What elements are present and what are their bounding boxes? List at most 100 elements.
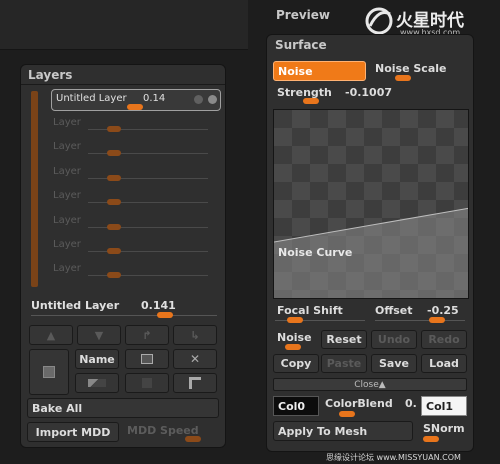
layer-strength-slider[interactable]: Untitled Layer 0.141 (29, 297, 219, 319)
offset-label: Offset (375, 304, 413, 317)
offset-value: -0.25 (427, 304, 459, 317)
active-layer-row[interactable]: Untitled Layer 0.14 (51, 89, 221, 111)
col0-swatch[interactable]: Col0 (273, 396, 319, 416)
surface-panel: Surface Noise Noise Scale Strength -0.10… (266, 34, 474, 452)
mdd-speed-slider[interactable]: MDD Speed (125, 422, 219, 442)
duplicate-layer-button[interactable] (125, 349, 169, 369)
import-mdd-button[interactable]: Import MDD (27, 422, 119, 442)
top-strip (0, 0, 248, 50)
layer-label: Layer (53, 117, 81, 128)
noise-curve-label: Noise Curve (278, 246, 353, 259)
layer-visibility-icon[interactable] (194, 95, 203, 104)
delete-layer-button[interactable]: ✕ (173, 349, 217, 369)
noise-curve-graph (274, 207, 468, 298)
noise-button[interactable]: Noise (273, 61, 366, 81)
col1-label: Col1 (426, 400, 454, 413)
snorm-knob (423, 436, 439, 442)
watermark-bottom: 思缘设计论坛 www.MISSYUAN.COM (326, 453, 461, 462)
delete-icon: ✕ (189, 352, 201, 366)
layer-label: Layer (53, 190, 81, 201)
move-right-down-button[interactable]: ↳ (173, 325, 217, 345)
layer-label: Layer (53, 166, 81, 177)
layer-label: Layer (53, 239, 81, 250)
layer-row[interactable]: Layer (53, 166, 208, 181)
bake-all-button[interactable]: Bake All (27, 398, 219, 418)
layer-label: Layer (53, 215, 81, 226)
move-right-up-button[interactable]: ↱ (125, 325, 169, 345)
col0-label: Col0 (278, 400, 306, 413)
preview-title: Preview (276, 8, 331, 22)
noise-scale-knob (395, 75, 411, 81)
layer-slider-label: Untitled Layer (31, 299, 120, 312)
col1-swatch[interactable]: Col1 (421, 396, 467, 416)
layers-scrollbar[interactable] (31, 91, 38, 287)
snorm-toggle[interactable]: SNorm (419, 421, 469, 443)
reset-button[interactable]: Reset (321, 330, 367, 349)
arrow-up-icon: ▲ (46, 328, 56, 342)
noise-curve-editor[interactable]: Noise Curve (273, 109, 469, 299)
redo-button[interactable]: Redo (421, 330, 467, 349)
noise-scale-slider[interactable]: Noise Scale (373, 61, 469, 83)
color-blend-slider[interactable]: ColorBlend 0. (325, 396, 419, 418)
apply-to-mesh-button[interactable]: Apply To Mesh (273, 421, 413, 441)
split-layer-button[interactable] (125, 373, 169, 393)
layer-record-icon[interactable] (208, 95, 217, 104)
layer-row[interactable]: Layer (53, 141, 208, 156)
layer-row[interactable]: Layer (53, 239, 208, 254)
strength-value: -0.1007 (345, 86, 393, 99)
load-button[interactable]: Load (421, 354, 467, 373)
flatten-icon (189, 377, 201, 389)
offset-knob (429, 317, 445, 323)
arrow-turn-down-icon: ↳ (190, 328, 200, 342)
paste-button[interactable]: Paste (321, 354, 367, 373)
surface-title: Surface (275, 38, 327, 52)
close-label: Close (354, 379, 379, 390)
move-up-button[interactable]: ▲ (29, 325, 73, 345)
new-layer-button[interactable] (29, 349, 69, 395)
move-down-button[interactable]: ▼ (77, 325, 121, 345)
layer-row[interactable]: Layer (53, 190, 208, 205)
active-layer-slider-knob[interactable] (127, 104, 143, 110)
offset-slider[interactable]: Offset -0.25 (375, 303, 471, 325)
layer-slider-knob (157, 312, 173, 318)
new-layer-icon (43, 366, 55, 378)
color-blend-knob (339, 411, 355, 417)
rename-layer-button[interactable]: Name (75, 349, 119, 369)
noise-scale-label: Noise Scale (375, 62, 447, 75)
focal-shift-label: Focal Shift (277, 304, 343, 317)
noise-toggle-label: Noise (277, 331, 312, 344)
split-icon (142, 378, 152, 388)
strength-knob (303, 98, 319, 104)
mdd-speed-knob (185, 436, 201, 442)
noise-toggle-knob (285, 344, 301, 350)
layer-row[interactable]: Layer (53, 263, 208, 278)
snorm-label: SNorm (423, 422, 465, 435)
flatten-layer-button[interactable] (173, 373, 217, 393)
strength-slider[interactable]: Strength -0.1007 (275, 85, 469, 105)
active-layer-name: Untitled Layer (56, 93, 127, 104)
layer-label: Layer (53, 263, 81, 274)
arrow-down-icon: ▼ (94, 328, 104, 342)
copy-button[interactable]: Copy (273, 354, 319, 373)
active-layer-value: 0.14 (143, 93, 166, 104)
layers-title: Layers (28, 68, 73, 82)
logo-swirl-icon (365, 7, 393, 35)
undo-button[interactable]: Undo (371, 330, 417, 349)
layer-row[interactable]: Layer (53, 215, 208, 230)
merge-icon (88, 379, 106, 387)
noise-toggle[interactable]: Noise (275, 330, 317, 350)
layers-panel: Layers Untitled Layer 0.14 Layer Layer L… (20, 64, 226, 448)
triangle-up-icon: ▲ (378, 379, 386, 390)
merge-down-button[interactable] (75, 373, 119, 393)
layer-label: Layer (53, 141, 81, 152)
close-curve-button[interactable]: Close ▲ (273, 378, 467, 391)
arrow-turn-up-icon: ↱ (142, 328, 152, 342)
focal-shift-slider[interactable]: Focal Shift (275, 303, 371, 325)
save-button[interactable]: Save (371, 354, 417, 373)
layer-row[interactable]: Layer (53, 117, 208, 132)
focal-shift-knob (287, 317, 303, 323)
layer-slider-value: 0.141 (141, 299, 176, 312)
color-blend-label: ColorBlend (325, 397, 393, 410)
color-blend-value: 0. (405, 397, 417, 410)
duplicate-icon (141, 354, 153, 364)
